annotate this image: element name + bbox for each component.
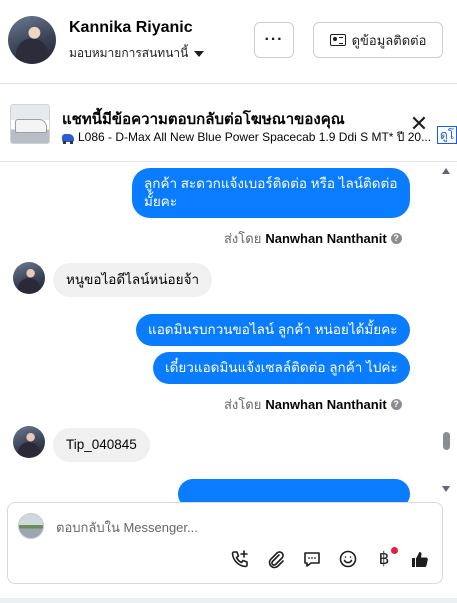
help-icon[interactable]: ? [390, 233, 402, 244]
emoji-icon[interactable] [338, 549, 358, 569]
composer-toolbar: ฿ [230, 547, 430, 569]
baht-symbol: ฿ [378, 549, 390, 569]
assign-label: มอบหมายการสนทนานี้ [69, 46, 189, 60]
more-options-button[interactable]: ··· [254, 22, 294, 58]
scroll-down-arrow-icon[interactable] [442, 486, 450, 492]
sent-by-prefix: ส่งโดย [224, 231, 262, 246]
view-contact-label: ดูข้อมูลติดต่อ [351, 32, 427, 48]
ad-description: L086 - D-Max All New Blue Power Spacecab… [62, 128, 440, 147]
phone-plus-icon[interactable] [230, 549, 250, 569]
assign-conversation-dropdown[interactable]: มอบหมายการสนทนานี้ [69, 44, 205, 63]
ad-text: L086 - D-Max All New Blue Power Spacecab… [78, 130, 432, 144]
scroll-up-arrow-icon[interactable] [442, 168, 450, 174]
contact-avatar-small [13, 426, 45, 458]
car-icon [62, 133, 74, 144]
contact-avatar[interactable] [8, 16, 56, 64]
like-icon[interactable] [410, 549, 430, 569]
caret-down-icon [194, 50, 205, 57]
contact-avatar-small [13, 262, 45, 294]
view-contact-button[interactable]: ดูข้อมูลติดต่อ [313, 22, 443, 58]
scrollbar-thumb[interactable] [443, 432, 450, 450]
help-icon[interactable]: ? [390, 399, 402, 410]
baht-payment-icon[interactable]: ฿ [374, 547, 398, 569]
close-icon[interactable]: ✕ [409, 113, 429, 135]
incoming-message[interactable]: หนูขอไอดีไลน์หน่อยจ้า [53, 263, 213, 297]
conversation-header: Kannika Riyanic มอบหมายการสนทนานี้ ··· ด… [0, 0, 457, 84]
contact-name[interactable]: Kannika Riyanic [69, 19, 193, 37]
outgoing-message[interactable]: ลูกค้า สะดวกแจ้งเบอร์ติดต่อ หรือ ไลน์ติด… [132, 168, 410, 218]
sent-by-prefix: ส่งโดย [224, 397, 262, 412]
paperclip-icon[interactable] [266, 549, 286, 569]
see-ad-link[interactable]: ดูโ [437, 126, 457, 144]
sent-by-label: ส่งโดย Nanwhan Nanthanit ? [224, 394, 402, 415]
saved-reply-icon[interactable] [302, 549, 322, 569]
notification-dot [391, 547, 398, 554]
contact-card-icon [329, 34, 346, 46]
sender-name: Nanwhan Nanthanit [265, 397, 387, 412]
outgoing-message[interactable]: เดี๋ยวแอดมินแจ้งเซลล์ติดต่อ ลูกค้า ไปค่ะ [153, 352, 410, 384]
sender-name: Nanwhan Nanthanit [265, 231, 387, 246]
ad-thumbnail[interactable] [10, 104, 50, 144]
reply-input[interactable]: ตอบกลับใน Messenger... [56, 517, 198, 538]
bottom-edge [0, 598, 457, 603]
outgoing-message[interactable]: แอดมินรบกวนขอไลน์ ลูกค้า หน่อยได้มั้ยคะ [136, 314, 410, 346]
page-avatar [18, 513, 44, 539]
sent-by-label: ส่งโดย Nanwhan Nanthanit ? [224, 228, 402, 249]
incoming-message[interactable]: Tip_040845 [53, 428, 150, 462]
reply-composer: ตอบกลับใน Messenger... ฿ [7, 502, 443, 584]
